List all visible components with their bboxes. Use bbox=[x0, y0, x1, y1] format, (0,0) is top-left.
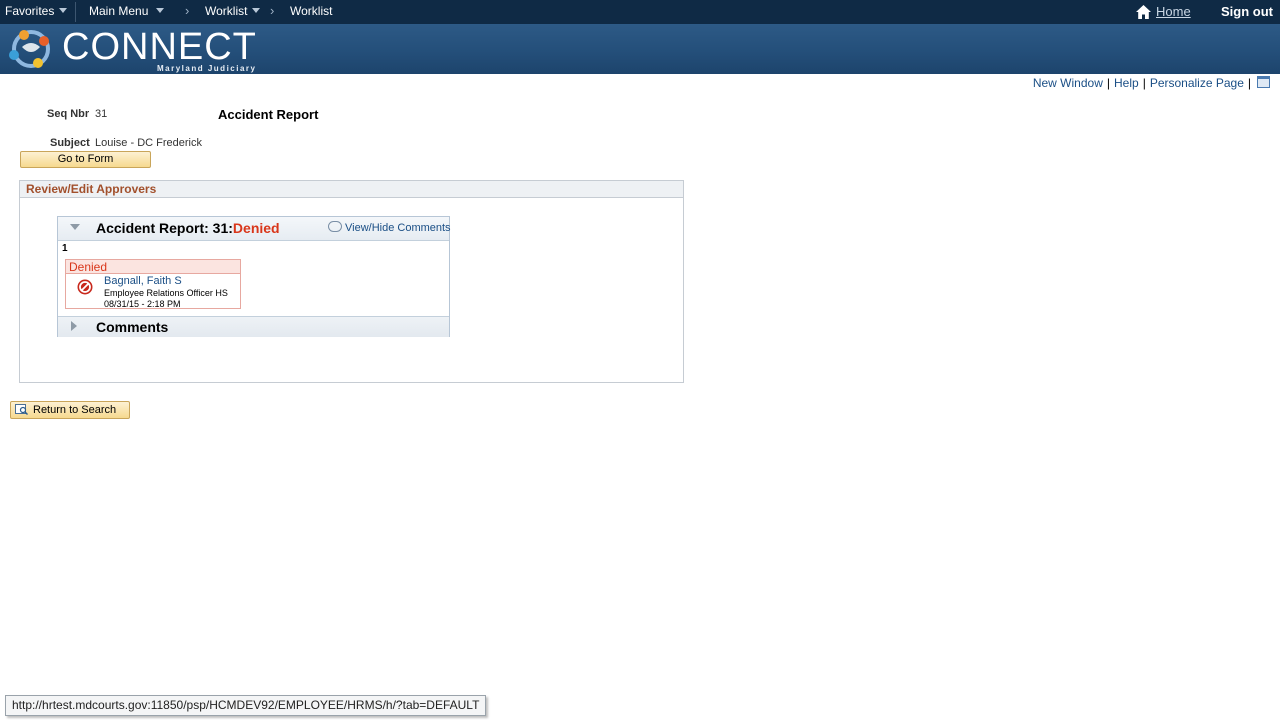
return-to-search-label: Return to Search bbox=[33, 404, 117, 416]
comment-bubble-icon bbox=[328, 221, 342, 232]
collapse-triangle-icon[interactable] bbox=[70, 224, 80, 230]
favorites-label: Favorites bbox=[5, 4, 55, 18]
group-title: Review/Edit Approvers bbox=[20, 181, 683, 198]
worklist-menu-label: Worklist bbox=[205, 4, 248, 18]
brand-name: CONNECT bbox=[62, 26, 257, 68]
browser-status-url: http://hrtest.mdcourts.gov:11850/psp/HCM… bbox=[5, 695, 487, 716]
main-menu-label: Main Menu bbox=[89, 4, 149, 18]
return-search-icon bbox=[15, 404, 28, 415]
top-nav-bar: Favorites Main Menu › Worklist › Worklis… bbox=[0, 0, 1280, 24]
expand-triangle-icon[interactable] bbox=[71, 321, 77, 331]
chevron-down-icon bbox=[156, 8, 165, 13]
comments-section-header[interactable]: Comments bbox=[58, 316, 449, 337]
brand-subtitle: Maryland Judiciary bbox=[157, 64, 257, 73]
page-links: New Window | Help | Personalize Page | bbox=[1033, 76, 1270, 90]
subject-value: Louise - DC Frederick bbox=[95, 137, 202, 149]
seq-nbr-label: Seq Nbr bbox=[47, 108, 90, 120]
worklist-menu[interactable]: Worklist bbox=[205, 4, 261, 18]
approval-header: Accident Report: 31:Denied View/Hide Com… bbox=[58, 217, 451, 241]
approver-name-link[interactable]: Bagnall, Faith S bbox=[104, 275, 182, 287]
view-hide-comments-label: View/Hide Comments bbox=[345, 222, 451, 234]
brand-banner: CONNECT Maryland Judiciary bbox=[0, 24, 1280, 74]
breadcrumb-chevron-icon: › bbox=[185, 3, 190, 18]
home-icon[interactable] bbox=[1136, 5, 1151, 19]
view-hide-comments-link[interactable]: View/Hide Comments bbox=[328, 221, 451, 234]
approver-datetime: 08/31/15 - 2:18 PM bbox=[104, 299, 181, 309]
comments-title: Comments bbox=[96, 319, 169, 335]
approval-chain-panel: Accident Report: 31:Denied View/Hide Com… bbox=[57, 216, 451, 337]
approval-status: Denied bbox=[232, 220, 280, 236]
approval-title-prefix: Accident Report: 31: bbox=[96, 220, 233, 236]
personalize-page-link[interactable]: Personalize Page bbox=[1150, 76, 1244, 90]
step-number: 1 bbox=[62, 243, 68, 254]
approver-card: Denied Bagnall, Faith S Employee Relatio… bbox=[65, 259, 241, 309]
denied-icon bbox=[77, 279, 93, 295]
nav-divider bbox=[75, 2, 76, 22]
approver-status: Denied bbox=[66, 260, 240, 274]
chevron-down-icon bbox=[59, 8, 68, 13]
return-to-search-button[interactable]: Return to Search bbox=[10, 401, 130, 419]
main-menu[interactable]: Main Menu bbox=[89, 4, 165, 18]
go-to-form-button[interactable]: Go to Form bbox=[20, 151, 151, 168]
link-separator: | bbox=[1106, 76, 1110, 90]
favorites-menu[interactable]: Favorites bbox=[5, 4, 68, 18]
connect-logo-icon bbox=[9, 30, 50, 68]
page-title: Accident Report bbox=[218, 107, 319, 122]
link-separator: | bbox=[1247, 76, 1251, 90]
seq-nbr-value: 31 bbox=[95, 108, 108, 120]
chevron-down-icon bbox=[252, 8, 261, 13]
home-link[interactable]: Home bbox=[1156, 4, 1191, 19]
breadcrumb-worklist[interactable]: Worklist bbox=[290, 4, 332, 18]
approval-title: Accident Report: 31:Denied bbox=[96, 220, 280, 236]
page-layout-icon[interactable] bbox=[1257, 76, 1270, 88]
sign-out-link[interactable]: Sign out bbox=[1221, 4, 1273, 19]
breadcrumb-chevron-icon: › bbox=[270, 3, 275, 18]
help-link[interactable]: Help bbox=[1114, 76, 1139, 90]
link-separator: | bbox=[1142, 76, 1146, 90]
new-window-link[interactable]: New Window bbox=[1033, 76, 1103, 90]
subject-label: Subject bbox=[50, 137, 90, 149]
approver-role: Employee Relations Officer HS bbox=[104, 288, 228, 298]
